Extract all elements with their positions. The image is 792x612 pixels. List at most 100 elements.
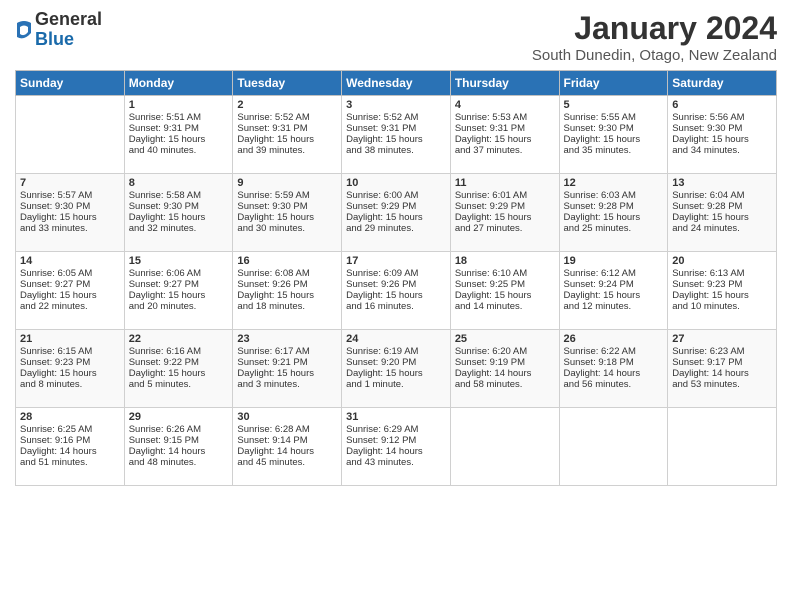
- day-info: Sunrise: 6:26 AM: [129, 424, 229, 435]
- header-cell-wednesday: Wednesday: [342, 71, 451, 96]
- day-info: and 10 minutes.: [672, 301, 772, 312]
- day-info: Sunrise: 5:55 AM: [564, 112, 664, 123]
- location: South Dunedin, Otago, New Zealand: [532, 47, 777, 64]
- day-number: 6: [672, 99, 772, 111]
- day-cell: 23Sunrise: 6:17 AMSunset: 9:21 PMDayligh…: [233, 330, 342, 408]
- day-info: Sunrise: 6:28 AM: [237, 424, 337, 435]
- day-number: 7: [20, 177, 120, 189]
- day-info: Daylight: 15 hours: [346, 212, 446, 223]
- header-row: SundayMondayTuesdayWednesdayThursdayFrid…: [16, 71, 777, 96]
- day-info: and 14 minutes.: [455, 301, 555, 312]
- day-number: 27: [672, 333, 772, 345]
- week-row-2: 7Sunrise: 5:57 AMSunset: 9:30 PMDaylight…: [16, 174, 777, 252]
- day-info: Sunset: 9:23 PM: [672, 279, 772, 290]
- day-cell: 7Sunrise: 5:57 AMSunset: 9:30 PMDaylight…: [16, 174, 125, 252]
- day-cell: 16Sunrise: 6:08 AMSunset: 9:26 PMDayligh…: [233, 252, 342, 330]
- day-cell: 17Sunrise: 6:09 AMSunset: 9:26 PMDayligh…: [342, 252, 451, 330]
- day-info: Sunrise: 6:05 AM: [20, 268, 120, 279]
- day-info: Sunrise: 6:19 AM: [346, 346, 446, 357]
- day-info: Sunset: 9:27 PM: [129, 279, 229, 290]
- day-info: Daylight: 15 hours: [129, 134, 229, 145]
- day-info: Sunrise: 5:58 AM: [129, 190, 229, 201]
- day-number: 13: [672, 177, 772, 189]
- day-info: and 33 minutes.: [20, 223, 120, 234]
- day-info: Sunrise: 5:52 AM: [237, 112, 337, 123]
- day-number: 24: [346, 333, 446, 345]
- day-info: Sunset: 9:22 PM: [129, 357, 229, 368]
- day-info: Sunset: 9:28 PM: [564, 201, 664, 212]
- day-info: and 39 minutes.: [237, 145, 337, 156]
- day-info: Daylight: 14 hours: [237, 446, 337, 457]
- day-info: Sunrise: 6:00 AM: [346, 190, 446, 201]
- day-cell: 19Sunrise: 6:12 AMSunset: 9:24 PMDayligh…: [559, 252, 668, 330]
- day-info: Daylight: 15 hours: [237, 290, 337, 301]
- day-cell: 15Sunrise: 6:06 AMSunset: 9:27 PMDayligh…: [124, 252, 233, 330]
- month-title: January 2024: [532, 10, 777, 47]
- calendar-header: SundayMondayTuesdayWednesdayThursdayFrid…: [16, 71, 777, 96]
- logo-icon: [15, 19, 33, 41]
- day-info: Sunrise: 6:13 AM: [672, 268, 772, 279]
- day-number: 17: [346, 255, 446, 267]
- day-number: 25: [455, 333, 555, 345]
- day-info: Sunrise: 5:59 AM: [237, 190, 337, 201]
- day-info: Daylight: 15 hours: [20, 290, 120, 301]
- day-info: and 35 minutes.: [564, 145, 664, 156]
- day-cell: 18Sunrise: 6:10 AMSunset: 9:25 PMDayligh…: [450, 252, 559, 330]
- day-number: 31: [346, 411, 446, 423]
- week-row-4: 21Sunrise: 6:15 AMSunset: 9:23 PMDayligh…: [16, 330, 777, 408]
- day-cell: 8Sunrise: 5:58 AMSunset: 9:30 PMDaylight…: [124, 174, 233, 252]
- day-info: Sunrise: 5:51 AM: [129, 112, 229, 123]
- day-info: and 3 minutes.: [237, 379, 337, 390]
- day-number: 26: [564, 333, 664, 345]
- day-cell: 28Sunrise: 6:25 AMSunset: 9:16 PMDayligh…: [16, 408, 125, 486]
- day-info: Daylight: 15 hours: [564, 134, 664, 145]
- day-info: Sunset: 9:31 PM: [346, 123, 446, 134]
- day-info: Daylight: 15 hours: [564, 290, 664, 301]
- day-info: Sunset: 9:17 PM: [672, 357, 772, 368]
- day-info: Sunset: 9:21 PM: [237, 357, 337, 368]
- day-info: Daylight: 14 hours: [346, 446, 446, 457]
- day-info: Daylight: 14 hours: [129, 446, 229, 457]
- day-info: Daylight: 15 hours: [237, 368, 337, 379]
- day-info: Sunrise: 6:29 AM: [346, 424, 446, 435]
- logo: General Blue: [15, 10, 102, 50]
- day-info: Sunrise: 6:15 AM: [20, 346, 120, 357]
- day-info: Sunset: 9:31 PM: [237, 123, 337, 134]
- day-info: Daylight: 15 hours: [346, 134, 446, 145]
- day-info: Daylight: 15 hours: [455, 212, 555, 223]
- day-info: Sunset: 9:23 PM: [20, 357, 120, 368]
- day-cell: 12Sunrise: 6:03 AMSunset: 9:28 PMDayligh…: [559, 174, 668, 252]
- day-number: 20: [672, 255, 772, 267]
- day-info: Sunset: 9:31 PM: [455, 123, 555, 134]
- day-cell: [16, 96, 125, 174]
- day-number: 22: [129, 333, 229, 345]
- day-info: Sunset: 9:19 PM: [455, 357, 555, 368]
- day-info: Daylight: 15 hours: [672, 134, 772, 145]
- day-info: Daylight: 15 hours: [346, 290, 446, 301]
- day-info: Sunrise: 5:56 AM: [672, 112, 772, 123]
- day-info: and 32 minutes.: [129, 223, 229, 234]
- day-number: 14: [20, 255, 120, 267]
- day-cell: [450, 408, 559, 486]
- day-info: and 8 minutes.: [20, 379, 120, 390]
- day-info: Sunset: 9:18 PM: [564, 357, 664, 368]
- day-info: and 34 minutes.: [672, 145, 772, 156]
- day-info: Sunset: 9:29 PM: [455, 201, 555, 212]
- day-number: 15: [129, 255, 229, 267]
- day-info: and 22 minutes.: [20, 301, 120, 312]
- day-info: Sunset: 9:26 PM: [346, 279, 446, 290]
- day-cell: 24Sunrise: 6:19 AMSunset: 9:20 PMDayligh…: [342, 330, 451, 408]
- day-cell: 11Sunrise: 6:01 AMSunset: 9:29 PMDayligh…: [450, 174, 559, 252]
- day-number: 16: [237, 255, 337, 267]
- day-cell: [668, 408, 777, 486]
- day-info: Daylight: 15 hours: [129, 212, 229, 223]
- day-cell: 6Sunrise: 5:56 AMSunset: 9:30 PMDaylight…: [668, 96, 777, 174]
- day-info: Sunset: 9:15 PM: [129, 435, 229, 446]
- day-info: Sunrise: 6:25 AM: [20, 424, 120, 435]
- day-info: Sunrise: 6:03 AM: [564, 190, 664, 201]
- day-info: Sunset: 9:28 PM: [672, 201, 772, 212]
- day-cell: 30Sunrise: 6:28 AMSunset: 9:14 PMDayligh…: [233, 408, 342, 486]
- logo-text: General Blue: [35, 10, 102, 50]
- header-cell-friday: Friday: [559, 71, 668, 96]
- day-info: Sunrise: 5:57 AM: [20, 190, 120, 201]
